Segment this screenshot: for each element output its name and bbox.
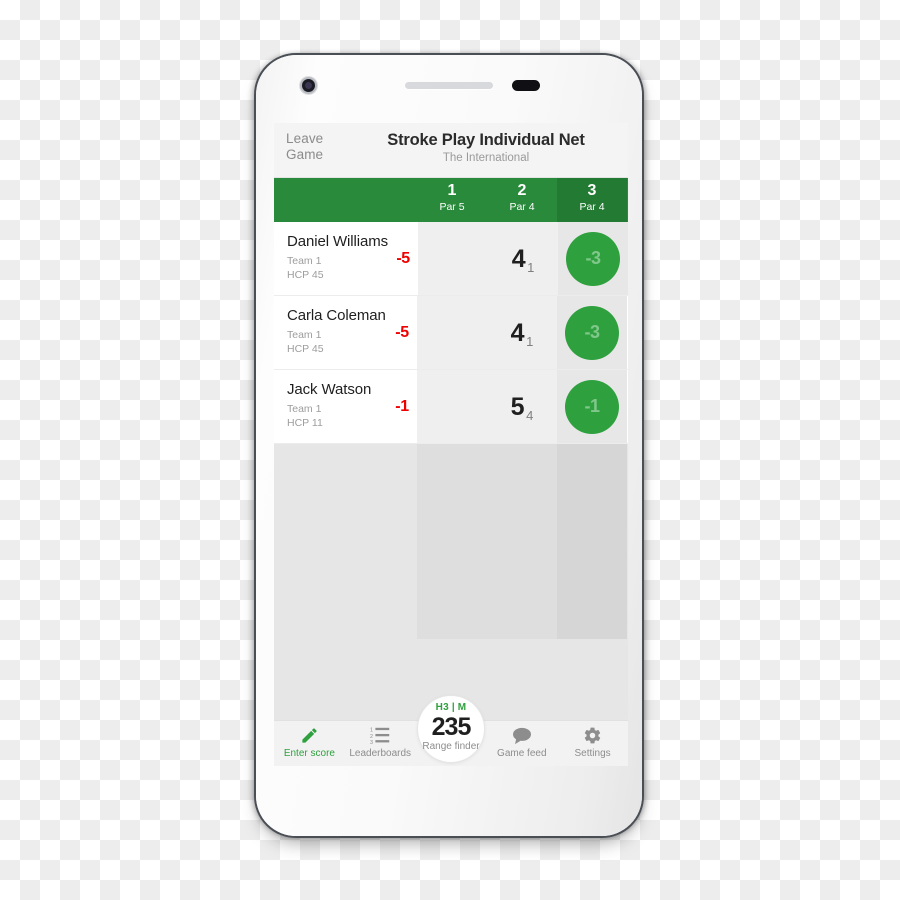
hole-header-cell-1[interactable]: 1 Par 5: [417, 178, 487, 222]
score-cell-hole-1[interactable]: [417, 370, 487, 443]
front-camera-icon: [300, 77, 317, 94]
player-total-score: -5: [395, 323, 409, 341]
player-info[interactable]: Daniel Williams Team 1 HCP 45: [274, 222, 388, 295]
table-row[interactable]: Jack Watson Team 1 HCP 11 -1 5 4 -1: [274, 370, 628, 444]
svg-text:3: 3: [370, 740, 373, 745]
score-cell-hole-2[interactable]: 4 1: [488, 222, 559, 295]
speech-bubble-icon: [512, 726, 532, 745]
score-cell-hole-3[interactable]: -3: [557, 296, 627, 369]
svg-text:2: 2: [370, 734, 373, 740]
phone-mockup: Leave Game Stroke Play Individual Net Th…: [254, 53, 644, 838]
hole-header-cell-2[interactable]: 2 Par 4: [487, 178, 557, 222]
app-top-bar: Leave Game Stroke Play Individual Net Th…: [274, 123, 628, 178]
nav-item-settings[interactable]: Settings: [557, 721, 628, 766]
svg-text:1: 1: [370, 728, 373, 734]
earpiece-speaker-icon: [405, 82, 493, 89]
player-team: Team 1: [287, 403, 322, 415]
player-total-score: -5: [396, 249, 410, 267]
filler-spacer: [274, 444, 417, 639]
player-name: Jack Watson: [287, 381, 372, 398]
score-net-sub: 1: [526, 334, 534, 349]
hole-number: 3: [587, 182, 597, 199]
nav-label: Settings: [574, 748, 611, 759]
score-bubble: -3: [565, 305, 619, 360]
score-net-sub: 1: [527, 260, 535, 275]
hole-header-row: 1 Par 5 2 Par 4 3 Par 4: [274, 178, 628, 222]
pencil-icon: [300, 726, 319, 745]
range-finder-distance: 235: [431, 713, 472, 741]
app-screen: Leave Game Stroke Play Individual Net Th…: [274, 123, 628, 766]
nav-label: Game feed: [497, 748, 547, 759]
range-finder-label: Range finder: [422, 741, 480, 752]
hole-number: 2: [517, 182, 527, 199]
filler-column-3: [557, 444, 627, 639]
score-cell-hole-1[interactable]: [417, 296, 487, 369]
player-info[interactable]: Carla Coleman Team 1 HCP 45: [274, 296, 387, 369]
score-bubble: -1: [565, 379, 619, 434]
hole-par: Par 4: [579, 201, 605, 213]
player-total-score: -1: [395, 397, 409, 415]
filler-column-1: [417, 444, 487, 639]
nav-item-leaderboards[interactable]: 1 2 3 Leaderboards: [345, 721, 416, 766]
player-hcp: HCP 11: [287, 417, 323, 429]
course-name: The International: [442, 152, 530, 164]
player-info[interactable]: Jack Watson Team 1 HCP 11: [274, 370, 387, 443]
leave-game-label-line2: Game: [286, 147, 324, 162]
score-cell-hole-3[interactable]: -1: [557, 370, 627, 443]
leave-game-button[interactable]: Leave Game: [286, 131, 348, 163]
player-name: Daniel Williams: [287, 233, 389, 250]
player-hcp: HCP 45: [287, 269, 324, 281]
nav-label: Leaderboards: [349, 748, 412, 759]
title-block: Stroke Play Individual Net The Internati…: [350, 130, 622, 166]
player-name: Carla Coleman: [287, 307, 386, 324]
page-title: Stroke Play Individual Net: [387, 131, 585, 149]
score-cell-hole-3[interactable]: -3: [558, 222, 628, 295]
scorecard-empty-area: [274, 444, 628, 639]
nav-item-game-feed[interactable]: Game feed: [486, 721, 557, 766]
phone-top-hardware: [256, 55, 642, 123]
player-rows: Daniel Williams Team 1 HCP 45 -5 4 1 -3 …: [274, 222, 628, 444]
hole-header-spacer: [274, 178, 417, 222]
hole-header-cell-3[interactable]: 3 Par 4: [557, 178, 627, 222]
filler-column-2: [487, 444, 557, 639]
score-value: 4: [511, 244, 526, 273]
nav-label: Enter score: [283, 748, 335, 759]
score-value: 5: [510, 392, 525, 421]
nav-item-enter-score[interactable]: Enter score: [274, 721, 345, 766]
score-cell-hole-1[interactable]: [418, 222, 489, 295]
score-bubble: -3: [566, 231, 621, 286]
score-value: 4: [510, 318, 525, 347]
player-team: Team 1: [287, 329, 322, 341]
leave-game-label-line1: Leave: [286, 131, 324, 146]
table-row[interactable]: Carla Coleman Team 1 HCP 45 -5 4 1 -3: [274, 296, 628, 370]
hole-number: 1: [447, 182, 457, 199]
hole-par: Par 4: [509, 201, 535, 213]
numbered-list-icon: 1 2 3: [370, 726, 390, 745]
player-hcp: HCP 45: [287, 343, 324, 355]
bottom-nav-bar: Enter score 1 2 3 Leaderboards Game feed…: [274, 696, 628, 766]
range-finder-button[interactable]: H3 | M 235 Range finder: [418, 696, 484, 762]
proximity-sensor-icon: [512, 80, 540, 91]
score-cell-hole-2[interactable]: 4 1: [487, 296, 557, 369]
hole-par: Par 5: [439, 201, 465, 213]
player-team: Team 1: [287, 255, 322, 267]
table-row[interactable]: Daniel Williams Team 1 HCP 45 -5 4 1 -3: [274, 222, 628, 296]
score-net-sub: 4: [526, 408, 534, 423]
score-cell-hole-2[interactable]: 5 4: [487, 370, 557, 443]
gear-icon: [583, 726, 602, 745]
